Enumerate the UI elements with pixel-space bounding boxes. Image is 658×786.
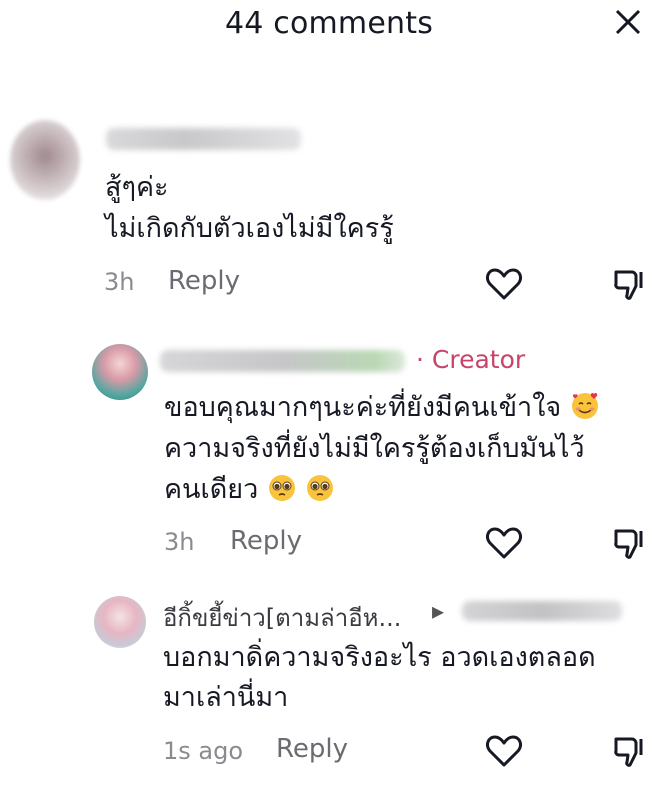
comment-time: 3h [164,528,195,556]
creator-badge: · Creator [416,345,526,374]
avatar[interactable] [92,344,148,400]
avatar[interactable] [10,120,80,200]
comment-text-line: ไม่เกิดกับตัวเองไม่มีใครรู้ [105,213,394,244]
avatar[interactable] [94,596,146,648]
comment-text-line: ความจริงที่ยังไม่มีใครรู้ต้องเก็บมันไว้ [164,433,585,464]
thumbs-down-icon[interactable] [610,731,650,771]
comment-text-line: บอกมาดิ่ความจริงอะไร อวดเองตลอด [163,642,596,673]
reply-button[interactable]: Reply [230,526,302,556]
comment-time: 3h [104,268,135,296]
reply-arrow-icon: ▸ [432,597,445,625]
heart-outline-icon[interactable] [484,731,524,771]
comment-text: คนเดียว [164,474,259,505]
close-button[interactable] [612,4,644,40]
reply-username[interactable]: อีกิ้ขยี้ข่าว[ตามล่าอีห... [163,598,401,637]
heart-outline-icon[interactable] [484,264,524,304]
close-icon [615,9,641,35]
reply-button[interactable]: Reply [276,734,348,764]
blurred-username[interactable] [462,601,622,621]
pleading-face-icon [268,475,295,501]
comments-count-title: 44 comments [224,6,434,41]
comment-text-line: ขอบคุณมากๆนะค่ะที่ยังมีคนเข้าใจ [164,390,600,426]
comment-time: 1s ago [163,737,244,765]
comment-text-line: คนเดียว [164,472,335,508]
comment-text-line: มาเล่านี่มา [163,682,289,713]
thumbs-down-icon[interactable] [610,264,650,304]
smiling-face-with-hearts-icon [571,392,598,419]
pleading-face-icon [307,475,334,501]
reply-button[interactable]: Reply [168,266,240,296]
comment-text: ขอบคุณมากๆนะค่ะที่ยังมีคนเข้าใจ [164,392,562,423]
blurred-username[interactable] [106,128,301,150]
thumbs-down-icon[interactable] [610,523,650,563]
comment-text-line: สู้ๆค่ะ [105,172,169,203]
blurred-username[interactable] [160,350,405,372]
heart-outline-icon[interactable] [484,523,524,563]
